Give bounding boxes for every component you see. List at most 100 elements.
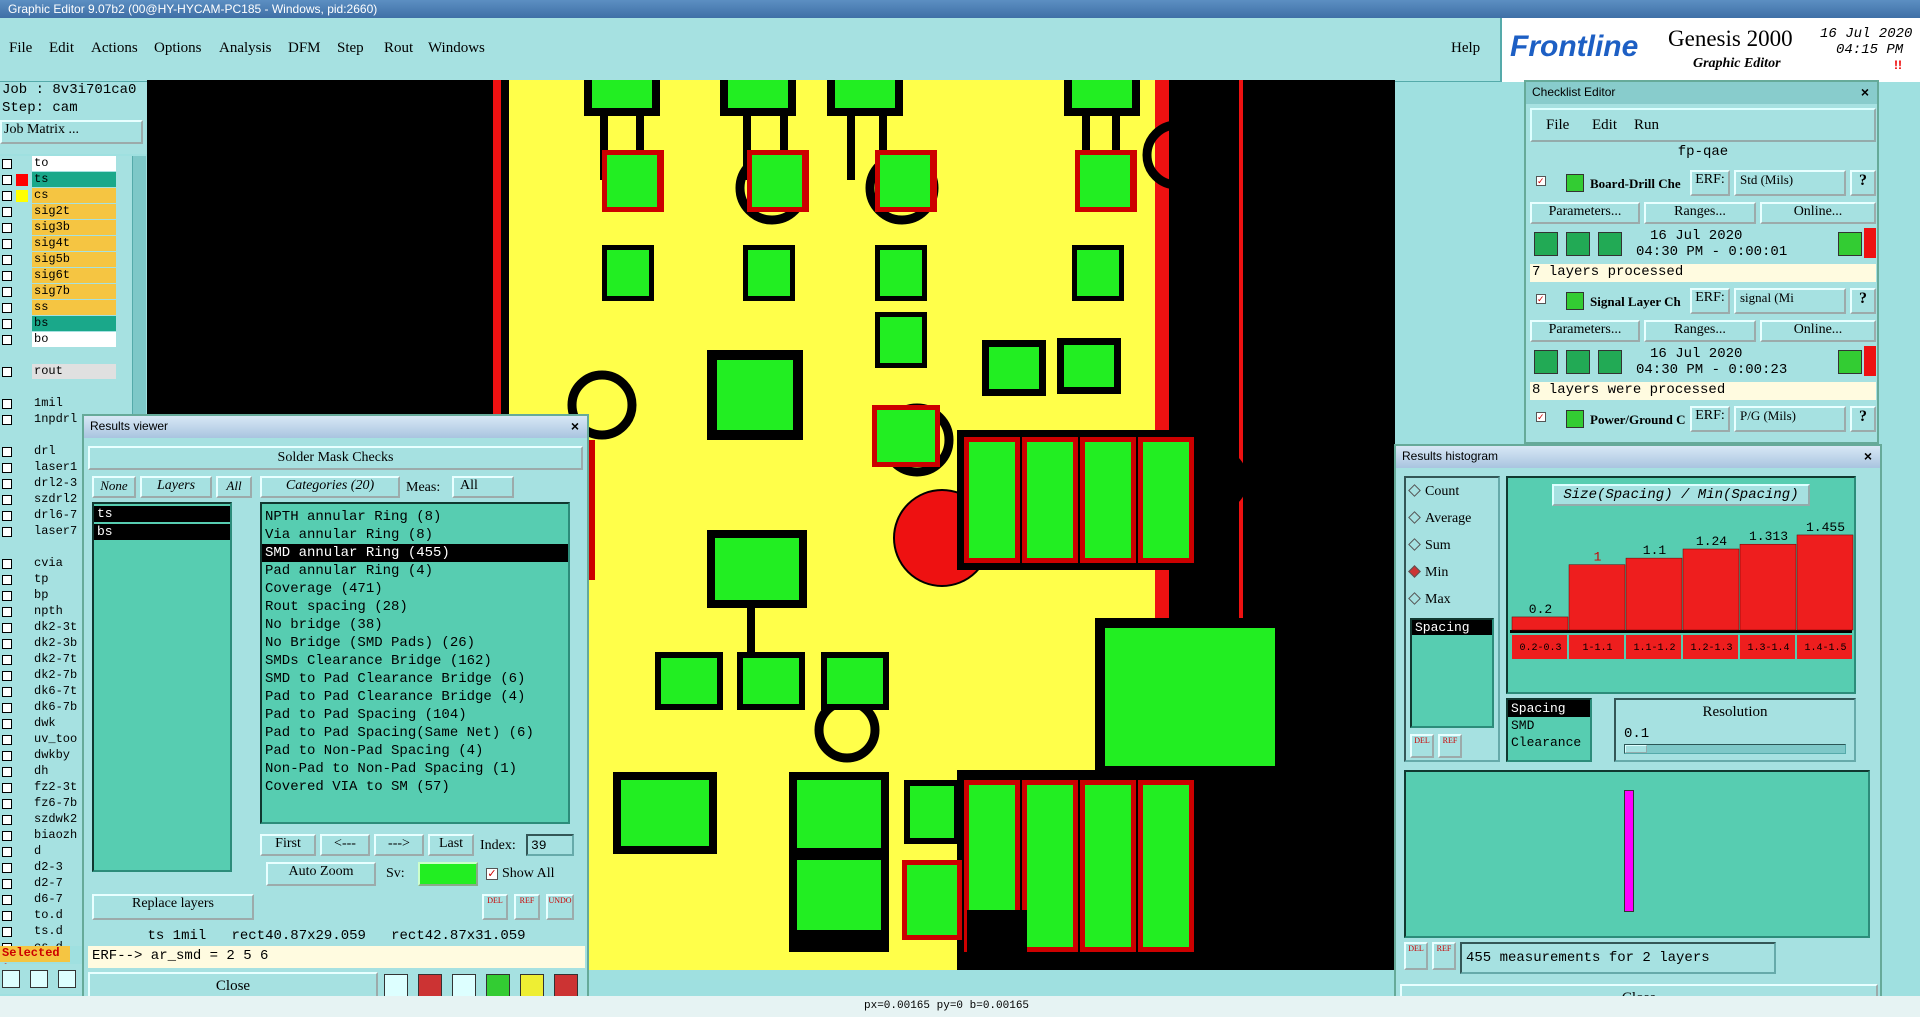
layer-checkbox[interactable] — [2, 223, 12, 233]
layer-checkbox[interactable] — [2, 703, 12, 713]
replace-layers-dropdown[interactable]: Replace layers — [92, 894, 254, 920]
measure-item[interactable]: Spacing — [1412, 620, 1492, 635]
category-item[interactable]: Covered VIA to SM (57) — [262, 778, 568, 796]
check-parameters-button[interactable]: Parameters... — [1530, 320, 1640, 342]
sv-color-dropdown[interactable] — [418, 862, 478, 886]
hist-del-icon[interactable]: DEL — [1410, 734, 1434, 758]
tool-grid-icon[interactable] — [58, 970, 76, 988]
check-enable-checkbox[interactable]: ✓ — [1536, 412, 1546, 422]
filter-layers-button[interactable]: Layers — [140, 476, 212, 498]
prev-button[interactable]: <--- — [320, 834, 370, 856]
mode-option[interactable]: Max — [1408, 592, 1451, 608]
check-run-icon[interactable] — [1598, 350, 1622, 374]
layer-row[interactable]: sig7b — [0, 284, 118, 299]
notes-tool-icon[interactable] — [520, 974, 544, 998]
measure-list[interactable]: Spacing — [1410, 618, 1494, 728]
category-item[interactable]: SMD annular Ring (455) — [262, 544, 568, 562]
chart-tool-icon[interactable] — [554, 974, 578, 998]
check-alert-icon[interactable] — [1864, 228, 1876, 258]
type-item[interactable]: Clearance — [1508, 734, 1590, 751]
layer-name[interactable]: cs — [32, 188, 116, 203]
del-icon[interactable]: DEL — [482, 894, 508, 920]
layer-row[interactable]: rout — [0, 364, 118, 379]
layer-row[interactable]: bs — [0, 316, 118, 331]
clear-tool-icon[interactable] — [452, 974, 476, 998]
check-help-icon[interactable]: ? — [1850, 170, 1876, 196]
layer-name[interactable]: sig2t — [32, 204, 116, 219]
pause-indicator[interactable]: !! — [1894, 58, 1902, 72]
check-zoom-icon[interactable] — [1838, 350, 1862, 374]
layer-checkbox[interactable] — [2, 607, 12, 617]
layer-checkbox[interactable] — [2, 255, 12, 265]
check-tool-icon[interactable] — [486, 974, 510, 998]
histogram-bar[interactable] — [1511, 616, 1569, 631]
check-online-button[interactable]: Online... — [1760, 202, 1876, 224]
check-erf-dropdown[interactable]: P/G (Mils) — [1734, 406, 1846, 432]
check-parameters-button[interactable]: Parameters... — [1530, 202, 1640, 224]
layer-checkbox[interactable] — [2, 623, 12, 633]
layer-row[interactable]: cs — [0, 188, 118, 203]
category-item[interactable]: Pad to Pad Spacing(Same Net) (6) — [262, 724, 568, 742]
layer-row[interactable]: bo — [0, 332, 118, 347]
layer-checkbox[interactable] — [2, 511, 12, 521]
layer-name[interactable]: sig6t — [32, 268, 116, 283]
layer-name[interactable]: sig4t — [32, 236, 116, 251]
category-item[interactable]: Pad annular Ring (4) — [262, 562, 568, 580]
layer-row[interactable]: sig2t — [0, 204, 118, 219]
checklist-menu-run[interactable]: Run — [1634, 117, 1659, 134]
layer-checkbox[interactable] — [2, 303, 12, 313]
layer-checkbox[interactable] — [2, 719, 12, 729]
type-item[interactable]: SMD — [1508, 717, 1590, 734]
categories-button[interactable]: Categories (20) — [260, 476, 400, 498]
category-list[interactable]: NPTH annular Ring (8) Via annular Ring (8… — [260, 502, 570, 824]
layer-checkbox[interactable] — [2, 367, 12, 377]
layer-checkbox[interactable] — [2, 767, 12, 777]
layer-row[interactable]: sig6t — [0, 268, 118, 283]
layer-checkbox[interactable] — [2, 831, 12, 841]
resolution-slider[interactable] — [1624, 744, 1846, 754]
check-run-icon[interactable] — [1566, 232, 1590, 256]
radio-diamond-icon[interactable] — [1408, 484, 1421, 497]
checklist-titlebar[interactable]: Checklist Editor × — [1526, 82, 1877, 104]
menu-analysis[interactable]: Analysis — [219, 40, 272, 57]
layer-checkbox[interactable] — [2, 687, 12, 697]
layer-checkbox[interactable] — [2, 239, 12, 249]
layer-name[interactable]: sig3b — [32, 220, 116, 235]
category-item[interactable]: NPTH annular Ring (8) — [262, 508, 568, 526]
radio-diamond-icon[interactable] — [1408, 511, 1421, 524]
layer-checkbox[interactable] — [2, 671, 12, 681]
histogram-bar[interactable] — [1796, 534, 1854, 631]
menu-options[interactable]: Options — [154, 40, 202, 57]
show-all-checkbox[interactable]: ✓ — [486, 868, 498, 880]
menu-file[interactable]: File — [9, 40, 32, 57]
ref-icon[interactable]: REF — [514, 894, 540, 920]
report-tool-icon[interactable] — [418, 974, 442, 998]
index-input[interactable] — [526, 834, 574, 856]
layer-row[interactable]: 1mil — [0, 396, 118, 411]
category-item[interactable]: Pad to Pad Spacing (104) — [262, 706, 568, 724]
layer-name[interactable]: bs — [32, 316, 116, 331]
check-erf-dropdown[interactable]: Std (Mils) — [1734, 170, 1846, 196]
layer-checkbox[interactable] — [2, 735, 12, 745]
layer-name[interactable]: rout — [32, 364, 116, 379]
layer-checkbox[interactable] — [2, 863, 12, 873]
layer-checkbox[interactable] — [2, 319, 12, 329]
layer-row[interactable]: to — [0, 156, 118, 171]
histogram-bar[interactable] — [1568, 564, 1626, 631]
histogram-bar[interactable] — [1682, 548, 1740, 631]
filter-all-button[interactable]: All — [216, 476, 252, 498]
layer-checkbox[interactable] — [2, 815, 12, 825]
check-enable-checkbox[interactable]: ✓ — [1536, 294, 1546, 304]
menu-windows[interactable]: Windows — [428, 40, 485, 57]
radio-diamond-icon[interactable] — [1408, 538, 1421, 551]
layer-checkbox[interactable] — [2, 287, 12, 297]
layer-checkbox[interactable] — [2, 559, 12, 569]
layer-row[interactable]: ts — [0, 172, 118, 187]
layer-checkbox[interactable] — [2, 591, 12, 601]
layer-checkbox[interactable] — [2, 895, 12, 905]
menu-help[interactable]: Help — [1451, 40, 1480, 57]
filter-none-button[interactable]: None — [92, 476, 136, 498]
type-item[interactable]: Spacing — [1508, 700, 1590, 717]
layer-name[interactable]: ss — [32, 300, 116, 315]
layer-checkbox[interactable] — [2, 751, 12, 761]
